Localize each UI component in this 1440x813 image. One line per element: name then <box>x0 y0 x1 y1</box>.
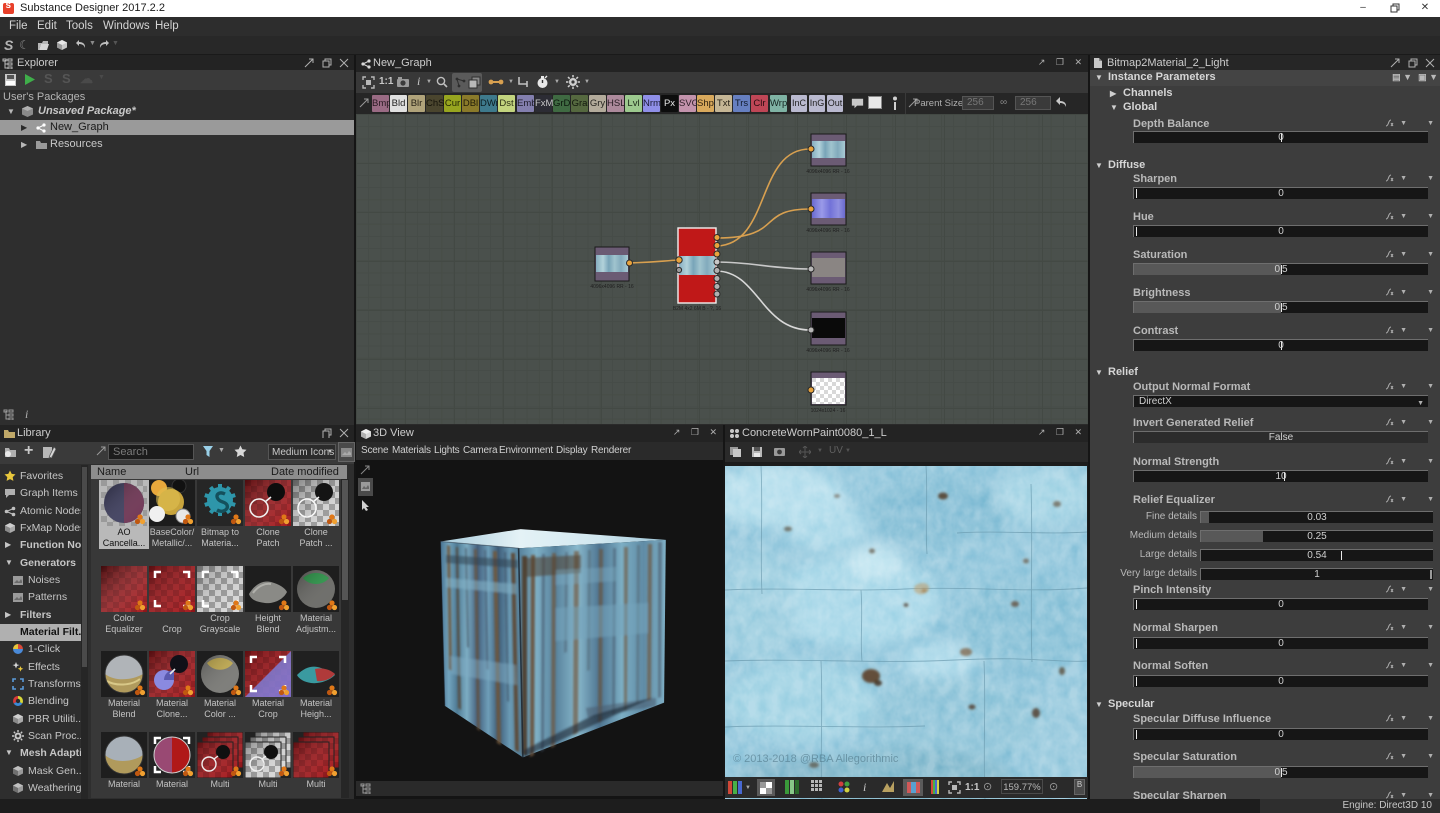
svg-text:4096x4096 RR - 16: 4096x4096 RR - 16 <box>806 228 850 234</box>
svg-text:1024x1024 - 16: 1024x1024 - 16 <box>811 408 846 414</box>
svg-text:B2M 4x2 6M B - ?, 16: B2M 4x2 6M B - ?, 16 <box>673 306 722 312</box>
svg-text:© 2013-2018 @RBA Allegorithmi: © 2013-2018 @RBA Allegorithmic <box>733 753 899 765</box>
svg-text:4096x4096 RR - 16: 4096x4096 RR - 16 <box>806 287 850 293</box>
svg-text:4096x4096 RR - 16: 4096x4096 RR - 16 <box>590 284 634 290</box>
svg-text:4096x4096 RR - 16: 4096x4096 RR - 16 <box>806 348 850 354</box>
svg-text:4096x4096 RR - 16: 4096x4096 RR - 16 <box>806 169 850 175</box>
